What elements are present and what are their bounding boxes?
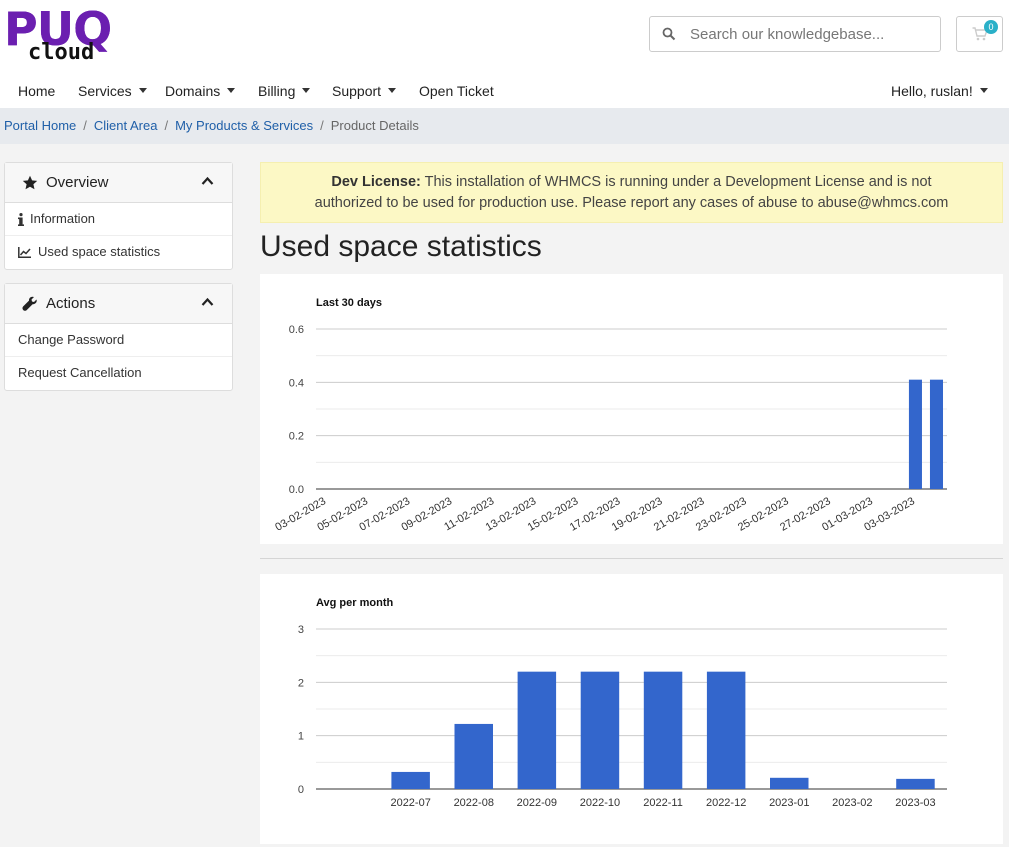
chart-bar xyxy=(643,671,683,789)
chart-bar xyxy=(517,671,557,789)
actions-panel: Actions Change Password Request Cancella… xyxy=(4,283,233,391)
main-nav: Home Services Domains Billing Support Op… xyxy=(0,78,1009,106)
user-menu[interactable]: Hello, ruslan! xyxy=(891,83,988,99)
chart-card-avg-per-month: Avg per month 0 1 2 3 2022-07 2022-08 2022-09 20… xyxy=(260,574,1003,844)
breadcrumb-separator: / xyxy=(83,118,87,133)
chart-bar xyxy=(706,671,746,789)
alert-label: Dev License: xyxy=(331,174,421,190)
chart-last-30-days: Last 30 days0.00.20.40.603-02-202305-02-… xyxy=(273,297,947,534)
chart-x-tick-label: 2022-11 xyxy=(643,797,683,809)
chart-y-tick-label: 0.4 xyxy=(289,377,304,389)
info-icon xyxy=(18,213,24,226)
overview-panel-title: Overview xyxy=(46,174,109,191)
header: PUQ cloud 0 Home Services Domains Billin… xyxy=(0,0,1009,108)
chart-title: Last 30 days xyxy=(316,297,382,309)
chart-y-tick-label: 0.0 xyxy=(289,484,304,496)
breadcrumb-my-products[interactable]: My Products & Services xyxy=(175,118,313,133)
breadcrumb-bar: Portal Home / Client Area / My Products & Se… xyxy=(0,108,1009,144)
alert-text-2: authorized to be used for production use… xyxy=(314,195,949,211)
chart-y-tick-label: 3 xyxy=(298,624,304,636)
cart-count-badge: 0 xyxy=(984,20,998,34)
chart-bar xyxy=(770,777,809,789)
chart-x-tick-label: 2022-10 xyxy=(580,797,620,809)
chart-y-tick-label: 1 xyxy=(298,731,304,743)
sidebar-item-information[interactable]: Information xyxy=(5,203,232,236)
caret-down-icon xyxy=(979,88,988,94)
page-title: Used space statistics xyxy=(260,230,542,263)
breadcrumb-client-area[interactable]: Client Area xyxy=(94,118,158,133)
chart-bar xyxy=(391,771,430,789)
overview-panel-header[interactable]: Overview xyxy=(5,163,232,203)
chart-x-tick-label: 2023-01 xyxy=(769,797,809,809)
chart-x-tick-label: 2022-09 xyxy=(517,797,557,809)
actions-panel-title: Actions xyxy=(46,295,96,312)
nav-billing[interactable]: Billing xyxy=(258,83,311,99)
knowledgebase-search xyxy=(649,16,941,52)
actions-panel-header[interactable]: Actions xyxy=(5,284,232,324)
chart-y-tick-label: 0 xyxy=(298,784,304,796)
search-input[interactable] xyxy=(690,17,934,51)
user-greeting: Hello, ruslan! xyxy=(891,83,973,99)
breadcrumb-separator: / xyxy=(164,118,169,133)
alert-text-1: This installation of WHMCS is running un… xyxy=(424,174,932,190)
sidebar-item-used-space-statistics[interactable]: Used space statistics xyxy=(5,236,232,269)
breadcrumb: Portal Home / Client Area / My Products & Se… xyxy=(4,118,419,133)
nav-billing-label: Billing xyxy=(258,83,296,99)
chevron-up-icon[interactable] xyxy=(201,297,214,307)
caret-down-icon xyxy=(138,88,147,94)
chart-bar xyxy=(896,778,935,789)
sidebar-item-change-password[interactable]: Change Password xyxy=(5,324,232,357)
chart-x-tick-label: 2023-02 xyxy=(832,797,872,809)
nav-support[interactable]: Support xyxy=(332,83,397,99)
chart-y-tick-label: 0.2 xyxy=(289,431,304,443)
chart-title: Avg per month xyxy=(316,597,393,609)
caret-down-icon xyxy=(227,88,236,94)
sidebar-item-label: Information xyxy=(30,211,96,226)
chart-card-last-30-days: Last 30 days 0.0 0.2 0.4 0.6 03-02-2023 05-02-… xyxy=(260,274,1003,544)
line-chart-icon xyxy=(18,247,31,258)
chart-x-tick-label: 2023-03 xyxy=(895,797,935,809)
sidebar-item-label: Request Cancellation xyxy=(18,365,142,380)
chart-bar xyxy=(908,379,922,489)
wrench-icon xyxy=(22,296,37,311)
caret-down-icon xyxy=(302,88,311,94)
logo-sub-text: cloud xyxy=(28,40,95,65)
chart-bar xyxy=(929,379,944,489)
chart-avg-per-month: Avg per month 0 1 2 3 2022-07 2022-08 2022-09 20… xyxy=(298,597,947,809)
sidebar-item-label: Used space statistics xyxy=(38,244,161,259)
breadcrumb-portal-home[interactable]: Portal Home xyxy=(4,118,76,133)
dev-license-alert: Dev License: This installation of WHMCS … xyxy=(260,162,1003,223)
puq-cloud-logo[interactable]: PUQ cloud xyxy=(4,2,128,65)
nav-services[interactable]: Services xyxy=(78,83,147,99)
star-icon xyxy=(22,175,38,190)
sidebar-item-request-cancellation[interactable]: Request Cancellation xyxy=(5,357,232,390)
chart-y-tick-label: 2 xyxy=(298,677,304,689)
nav-open-ticket[interactable]: Open Ticket xyxy=(419,83,494,99)
alert-line-1: Dev License: This installation of WHMCS … xyxy=(261,172,1002,193)
search-icon[interactable] xyxy=(662,27,676,41)
chart-x-tick-label: 2022-12 xyxy=(706,797,746,809)
nav-support-label: Support xyxy=(332,83,382,99)
chart-x-tick-label: 2022-08 xyxy=(454,797,494,809)
chevron-up-icon[interactable] xyxy=(201,176,214,186)
chart-x-tick-label: 2022-07 xyxy=(390,797,430,809)
nav-domains[interactable]: Domains xyxy=(165,83,236,99)
sidebar-item-label: Change Password xyxy=(18,332,125,347)
nav-domains-label: Domains xyxy=(165,83,221,99)
nav-services-label: Services xyxy=(78,83,132,99)
breadcrumb-current: Product Details xyxy=(330,118,419,133)
caret-down-icon xyxy=(388,88,397,94)
breadcrumb-separator: / xyxy=(320,118,324,133)
cart-button[interactable]: 0 xyxy=(956,16,1003,52)
overview-panel: Overview Information Used space statisti… xyxy=(4,162,233,270)
chart-bar xyxy=(580,671,620,789)
chart-bar xyxy=(454,723,493,789)
divider xyxy=(260,558,1003,559)
chart-y-tick-label: 0.6 xyxy=(289,324,304,336)
nav-home[interactable]: Home xyxy=(18,83,55,99)
